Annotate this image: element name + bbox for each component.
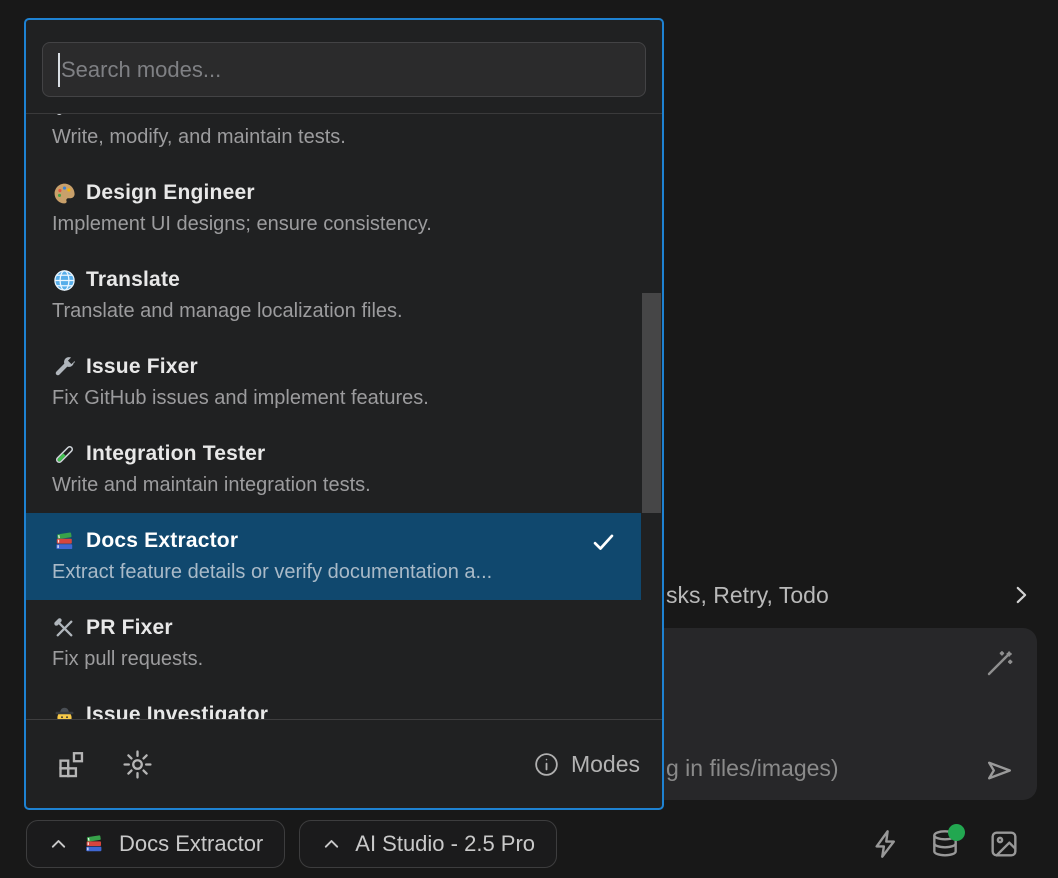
hammer-wrench-icon	[52, 616, 77, 641]
mode-item-name: Design Engineer	[86, 181, 255, 205]
mode-item-description: Write, modify, and maintain tests.	[52, 122, 617, 153]
add-image-button[interactable]	[988, 828, 1020, 860]
mode-item-name: Issue Fixer	[86, 355, 198, 379]
test-tube-icon	[52, 442, 77, 467]
mode-item-name: Translate	[86, 268, 180, 292]
wrench-icon	[52, 355, 77, 380]
books-icon	[52, 529, 77, 554]
mode-item-description: Extract feature details or verify docume…	[52, 557, 617, 588]
model-select-button[interactable]: AI Studio - 2.5 Pro	[299, 820, 557, 868]
mode-item-description: Translate and manage localization files.	[52, 296, 617, 327]
mode-item-title: Issue Investigator	[52, 699, 617, 719]
mode-item[interactable]: Translate Translate and manage localizati…	[26, 252, 641, 339]
auto-approve-text: sks, Retry, Todo	[666, 582, 829, 609]
popup-footer: Modes	[26, 719, 662, 808]
test-tube-icon	[52, 114, 77, 119]
search-section	[26, 20, 662, 114]
mode-select-label: Docs Extractor	[119, 831, 263, 857]
mode-item-description: Fix pull requests.	[52, 644, 617, 675]
mode-select-button[interactable]: Docs Extractor	[26, 820, 285, 868]
app-window: sks, Retry, Todo g in files/images) Writ…	[0, 0, 1058, 878]
mode-item-name: PR Fixer	[86, 616, 173, 640]
marketplace-button[interactable]	[55, 748, 88, 781]
mode-item-description: Fix GitHub issues and implement features…	[52, 383, 617, 414]
mode-item-title: Design Engineer	[52, 177, 617, 209]
mode-item-title: Issue Fixer	[52, 351, 617, 383]
mode-item-title: Translate	[52, 264, 617, 296]
mode-item-title	[52, 114, 617, 122]
status-dot	[948, 824, 965, 841]
extensions-icon	[55, 748, 88, 781]
mode-list: Write, modify, and maintain tests. Design…	[26, 114, 662, 719]
check-icon	[590, 528, 617, 555]
auto-approve-button[interactable]	[870, 828, 902, 860]
mode-item[interactable]: Issue Fixer Fix GitHub issues and impleme…	[26, 339, 641, 426]
palette-icon	[52, 181, 77, 206]
mode-item[interactable]: Design Engineer Implement UI designs; ens…	[26, 165, 641, 252]
scrollbar-thumb[interactable]	[642, 293, 661, 513]
mode-picker-popup: Write, modify, and maintain tests. Design…	[24, 18, 664, 810]
mode-item[interactable]: Docs Extractor Extract feature details or…	[26, 513, 641, 600]
mode-item-name: Integration Tester	[86, 442, 265, 466]
mode-item-description: Implement UI designs; ensure consistency…	[52, 209, 617, 240]
chat-action-icons	[870, 828, 1020, 860]
image-icon	[988, 828, 1020, 860]
search-box[interactable]	[42, 42, 646, 97]
mode-item-title: Integration Tester	[52, 438, 617, 470]
mode-item-title: PR Fixer	[52, 612, 617, 644]
modes-title: Modes	[533, 751, 640, 778]
mode-item[interactable]: Write, modify, and maintain tests.	[26, 114, 641, 165]
gear-icon	[121, 748, 154, 781]
context-button[interactable]	[929, 828, 961, 860]
auto-approve-summary[interactable]: sks, Retry, Todo	[666, 576, 1034, 614]
info-icon[interactable]	[533, 751, 560, 778]
search-input[interactable]	[60, 57, 630, 83]
chevron-up-icon	[48, 834, 69, 855]
chat-input-panel[interactable]: g in files/images)	[600, 628, 1037, 800]
send-button[interactable]	[984, 755, 1015, 786]
detective-icon	[52, 703, 77, 720]
chat-input-placeholder: g in files/images)	[666, 755, 839, 782]
mode-item[interactable]: PR Fixer Fix pull requests.	[26, 600, 641, 687]
chat-controls-bar: Docs Extractor AI Studio - 2.5 Pro	[0, 818, 1058, 870]
mode-item-title: Docs Extractor	[52, 525, 617, 557]
mode-item-name: Issue Investigator	[86, 703, 268, 719]
modes-title-text: Modes	[571, 751, 640, 778]
books-icon	[82, 832, 106, 856]
chevron-up-icon	[321, 834, 342, 855]
lightning-icon	[870, 828, 902, 860]
enhance-prompt-button[interactable]	[983, 648, 1015, 680]
mode-item[interactable]: Integration Tester Write and maintain int…	[26, 426, 641, 513]
chevron-right-icon	[1008, 582, 1034, 608]
model-select-label: AI Studio - 2.5 Pro	[355, 831, 535, 857]
mode-item[interactable]: Issue Investigator	[26, 687, 641, 719]
mode-item-description: Write and maintain integration tests.	[52, 470, 617, 501]
settings-button[interactable]	[121, 748, 154, 781]
globe-icon	[52, 268, 77, 293]
mode-item-name: Docs Extractor	[86, 529, 238, 553]
